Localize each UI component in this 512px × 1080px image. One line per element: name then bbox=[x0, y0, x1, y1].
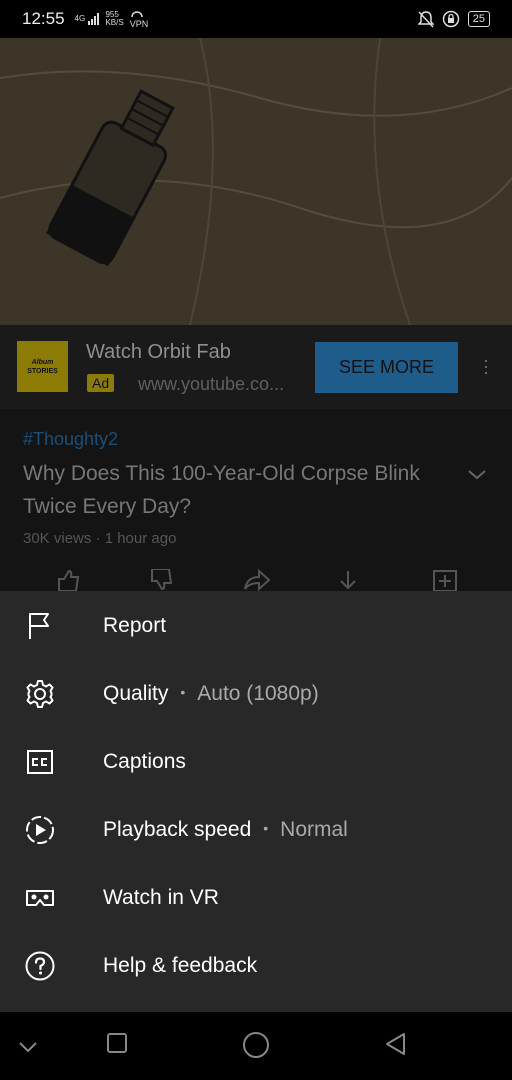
menu-item-label: Captions bbox=[103, 750, 186, 774]
captions-label: Captions bbox=[103, 750, 186, 773]
status-bar: 12:55 4G 955 KB/S VPN 25 bbox=[0, 0, 512, 38]
separator-dot: • bbox=[263, 820, 269, 836]
advertiser-logo[interactable]: Album STORIES bbox=[17, 341, 68, 392]
menu-item-label: Quality • Auto (1080p) bbox=[103, 682, 319, 706]
network-type: 4G bbox=[74, 14, 86, 24]
network-speed-unit: KB/S bbox=[105, 18, 124, 27]
gear-icon bbox=[26, 680, 54, 708]
action-bar bbox=[0, 568, 512, 592]
home-icon[interactable] bbox=[242, 1031, 270, 1064]
menu-item-label: Watch in VR bbox=[103, 886, 219, 910]
help-feedback-label: Help & feedback bbox=[103, 954, 258, 977]
status-icons: 25 bbox=[417, 10, 490, 28]
video-frame-illustration bbox=[0, 38, 512, 325]
see-more-button[interactable]: SEE MORE bbox=[315, 342, 458, 393]
mute-bell-icon bbox=[417, 11, 434, 28]
vpn-key-icon bbox=[130, 10, 143, 17]
playback-speed-label: Playback speed bbox=[103, 818, 252, 841]
menu-item-report[interactable]: Report bbox=[0, 592, 512, 660]
playback-speed-icon bbox=[26, 816, 54, 844]
video-player[interactable] bbox=[0, 38, 512, 325]
quality-label: Quality bbox=[103, 682, 169, 705]
back-icon[interactable] bbox=[384, 1032, 408, 1061]
more-options-icon[interactable]: · · · bbox=[483, 351, 489, 381]
quality-value: Auto (1080p) bbox=[197, 682, 319, 705]
lock-rotation-icon bbox=[442, 10, 459, 28]
system-navigation-bar bbox=[0, 1012, 512, 1080]
clock: 12:55 bbox=[22, 9, 65, 28]
ad-url: www.youtube.co... bbox=[138, 374, 285, 394]
network-indicator: 4G bbox=[75, 13, 100, 25]
vpn-label: VPN bbox=[129, 18, 149, 29]
battery-indicator: 25 bbox=[467, 11, 490, 27]
playback-speed-value: Normal bbox=[280, 818, 348, 841]
advertiser-logo-line1: Album bbox=[31, 358, 54, 366]
menu-item-quality[interactable]: Quality • Auto (1080p) bbox=[0, 660, 512, 728]
nav-collapse-icon[interactable] bbox=[18, 1040, 38, 1058]
recents-icon[interactable] bbox=[106, 1032, 128, 1059]
player-options-sheet: Report Quality • Auto (1080p) Captions Pla… bbox=[0, 591, 512, 1012]
separator-dot: • bbox=[180, 684, 186, 700]
menu-item-playback-speed[interactable]: Playback speed • Normal bbox=[0, 796, 512, 864]
chevron-down-icon[interactable] bbox=[466, 463, 488, 485]
captions-icon bbox=[27, 750, 53, 774]
advertiser-logo-line2: STORIES bbox=[27, 367, 58, 375]
flag-icon bbox=[29, 613, 49, 639]
video-meta: 30K views · 1 hour ago bbox=[23, 530, 177, 547]
watch-page-content: Album STORIES Watch Orbit Fab Ad www.you… bbox=[0, 325, 512, 592]
ad-badge: Ad bbox=[87, 374, 115, 392]
video-hashtag[interactable]: #Thoughty2 bbox=[23, 429, 118, 450]
vr-icon bbox=[26, 890, 54, 906]
menu-item-label: Help & feedback bbox=[103, 954, 257, 978]
ad-title: Watch Orbit Fab bbox=[86, 341, 231, 363]
vpn-indicator: VPN bbox=[129, 10, 149, 29]
menu-item-label: Report bbox=[103, 614, 166, 638]
watch-in-vr-label: Watch in VR bbox=[103, 886, 219, 909]
menu-item-help-feedback[interactable]: Help & feedback bbox=[0, 932, 512, 1000]
ad-banner[interactable]: Album STORIES Watch Orbit Fab Ad www.you… bbox=[0, 325, 512, 409]
menu-item-captions[interactable]: Captions bbox=[0, 728, 512, 796]
menu-item-watch-in-vr[interactable]: Watch in VR bbox=[0, 864, 512, 932]
video-title: Why Does This 100-Year-Old Corpse Blink … bbox=[23, 462, 420, 518]
signal-icon bbox=[88, 13, 100, 25]
network-speed: 955 KB/S bbox=[105, 11, 123, 27]
menu-item-label: Playback speed • Normal bbox=[103, 818, 348, 842]
help-icon bbox=[25, 951, 55, 981]
report-label: Report bbox=[103, 614, 167, 637]
